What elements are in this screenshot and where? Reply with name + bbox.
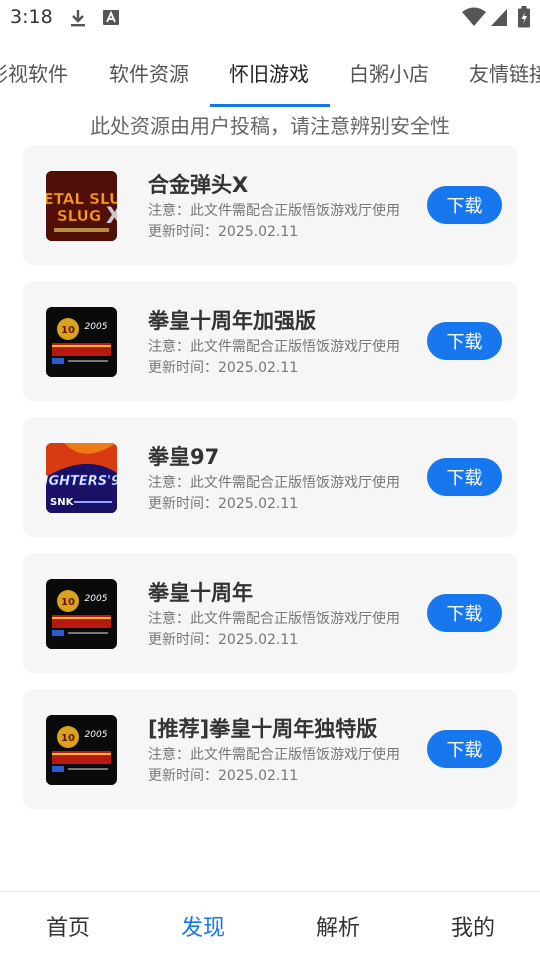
game-title: [推荐]拳皇十周年独特版 <box>148 717 378 741</box>
game-note: 注意：此文件需配合正版悟饭游戏厅使用 <box>148 339 400 355</box>
game-title: 拳皇十周年加强版 <box>148 309 316 333</box>
active-tab-indicator <box>210 104 330 107</box>
status-bar: 3:18 <box>0 0 540 36</box>
game-thumbnail: 10 2005 <box>46 579 117 649</box>
game-note: 注意：此文件需配合正版悟饭游戏厅使用 <box>148 611 400 627</box>
game-update-date: 更新时间：2025.02.11 <box>148 224 299 240</box>
download-button[interactable]: 下载 <box>427 730 502 768</box>
game-update-date: 更新时间：2025.02.11 <box>148 768 299 784</box>
game-note: 注意：此文件需配合正版悟饭游戏厅使用 <box>148 475 400 491</box>
game-note: 注意：此文件需配合正版悟饭游戏厅使用 <box>148 203 400 219</box>
thumb-logo-text: 2005 <box>85 730 108 740</box>
svg-text:10: 10 <box>61 325 75 336</box>
game-card[interactable]: 10 2005 [推荐]拳皇十周年独特版 注意：此文件需配合正版悟饭游戏厅使用 … <box>23 689 517 809</box>
game-note: 注意：此文件需配合正版悟饭游戏厅使用 <box>148 747 400 763</box>
nav-mine[interactable]: 我的 <box>423 910 523 942</box>
tab-baizhou-shop[interactable]: 白粥小店 <box>349 58 429 98</box>
game-thumbnail: FIGHTERS'97 SNK <box>46 443 117 513</box>
svg-text:10: 10 <box>61 733 75 744</box>
tab-software-resources[interactable]: 软件资源 <box>109 58 189 98</box>
category-tabs: 影视软件 软件资源 怀旧游戏 白粥小店 友情链接 <box>0 50 540 108</box>
game-thumbnail: 10 2005 <box>46 715 117 785</box>
status-time: 3:18 <box>10 6 53 28</box>
wifi-icon <box>462 7 486 26</box>
tab-friend-links[interactable]: 友情链接 <box>469 58 540 98</box>
game-update-date: 更新时间：2025.02.11 <box>148 496 299 512</box>
thumb-logo-text: 2005 <box>85 322 108 332</box>
download-button[interactable]: 下载 <box>427 322 502 360</box>
nav-discover[interactable]: 发现 <box>153 910 253 942</box>
game-title: 拳皇97 <box>148 445 220 469</box>
signal-icon <box>491 9 507 26</box>
game-card[interactable]: FIGHTERS'97 SNK 拳皇97 注意：此文件需配合正版悟饭游戏厅使用 … <box>23 417 517 537</box>
nav-home[interactable]: 首页 <box>18 910 118 942</box>
thumb-logo-text: FIGHTERS'97 <box>46 474 117 489</box>
safety-notice: 此处资源由用户投稿，请注意辨别安全性 <box>90 114 450 138</box>
download-icon <box>71 10 85 27</box>
game-card[interactable]: METAL SLUG SLUG X 合金弹头X 注意：此文件需配合正版悟饭游戏厅… <box>23 145 517 265</box>
game-thumbnail: METAL SLUG SLUG X <box>46 171 117 241</box>
thumb-logo-text: 2005 <box>85 594 108 604</box>
game-title: 拳皇十周年 <box>148 581 253 605</box>
game-card[interactable]: 10 2005 拳皇十周年加强版 注意：此文件需配合正版悟饭游戏厅使用 更新时间… <box>23 281 517 401</box>
game-thumbnail: 10 2005 <box>46 307 117 377</box>
tab-retro-games[interactable]: 怀旧游戏 <box>229 58 309 98</box>
bottom-nav: 首页 发现 解析 我的 <box>0 891 540 960</box>
download-button[interactable]: 下载 <box>427 594 502 632</box>
svg-text:SLUG: SLUG <box>57 207 101 225</box>
game-update-date: 更新时间：2025.02.11 <box>148 632 299 648</box>
game-update-date: 更新时间：2025.02.11 <box>148 360 299 376</box>
game-card[interactable]: 10 2005 拳皇十周年 注意：此文件需配合正版悟饭游戏厅使用 更新时间：20… <box>23 553 517 673</box>
svg-text:SNK: SNK <box>50 497 75 508</box>
download-button[interactable]: 下载 <box>427 186 502 224</box>
font-icon <box>103 10 119 25</box>
svg-text:10: 10 <box>61 597 75 608</box>
tab-video-software[interactable]: 影视软件 <box>0 58 68 98</box>
game-title: 合金弹头X <box>148 173 249 197</box>
nav-parse[interactable]: 解析 <box>288 910 388 942</box>
battery-icon <box>518 6 530 28</box>
svg-text:X: X <box>106 204 117 229</box>
download-button[interactable]: 下载 <box>427 458 502 496</box>
